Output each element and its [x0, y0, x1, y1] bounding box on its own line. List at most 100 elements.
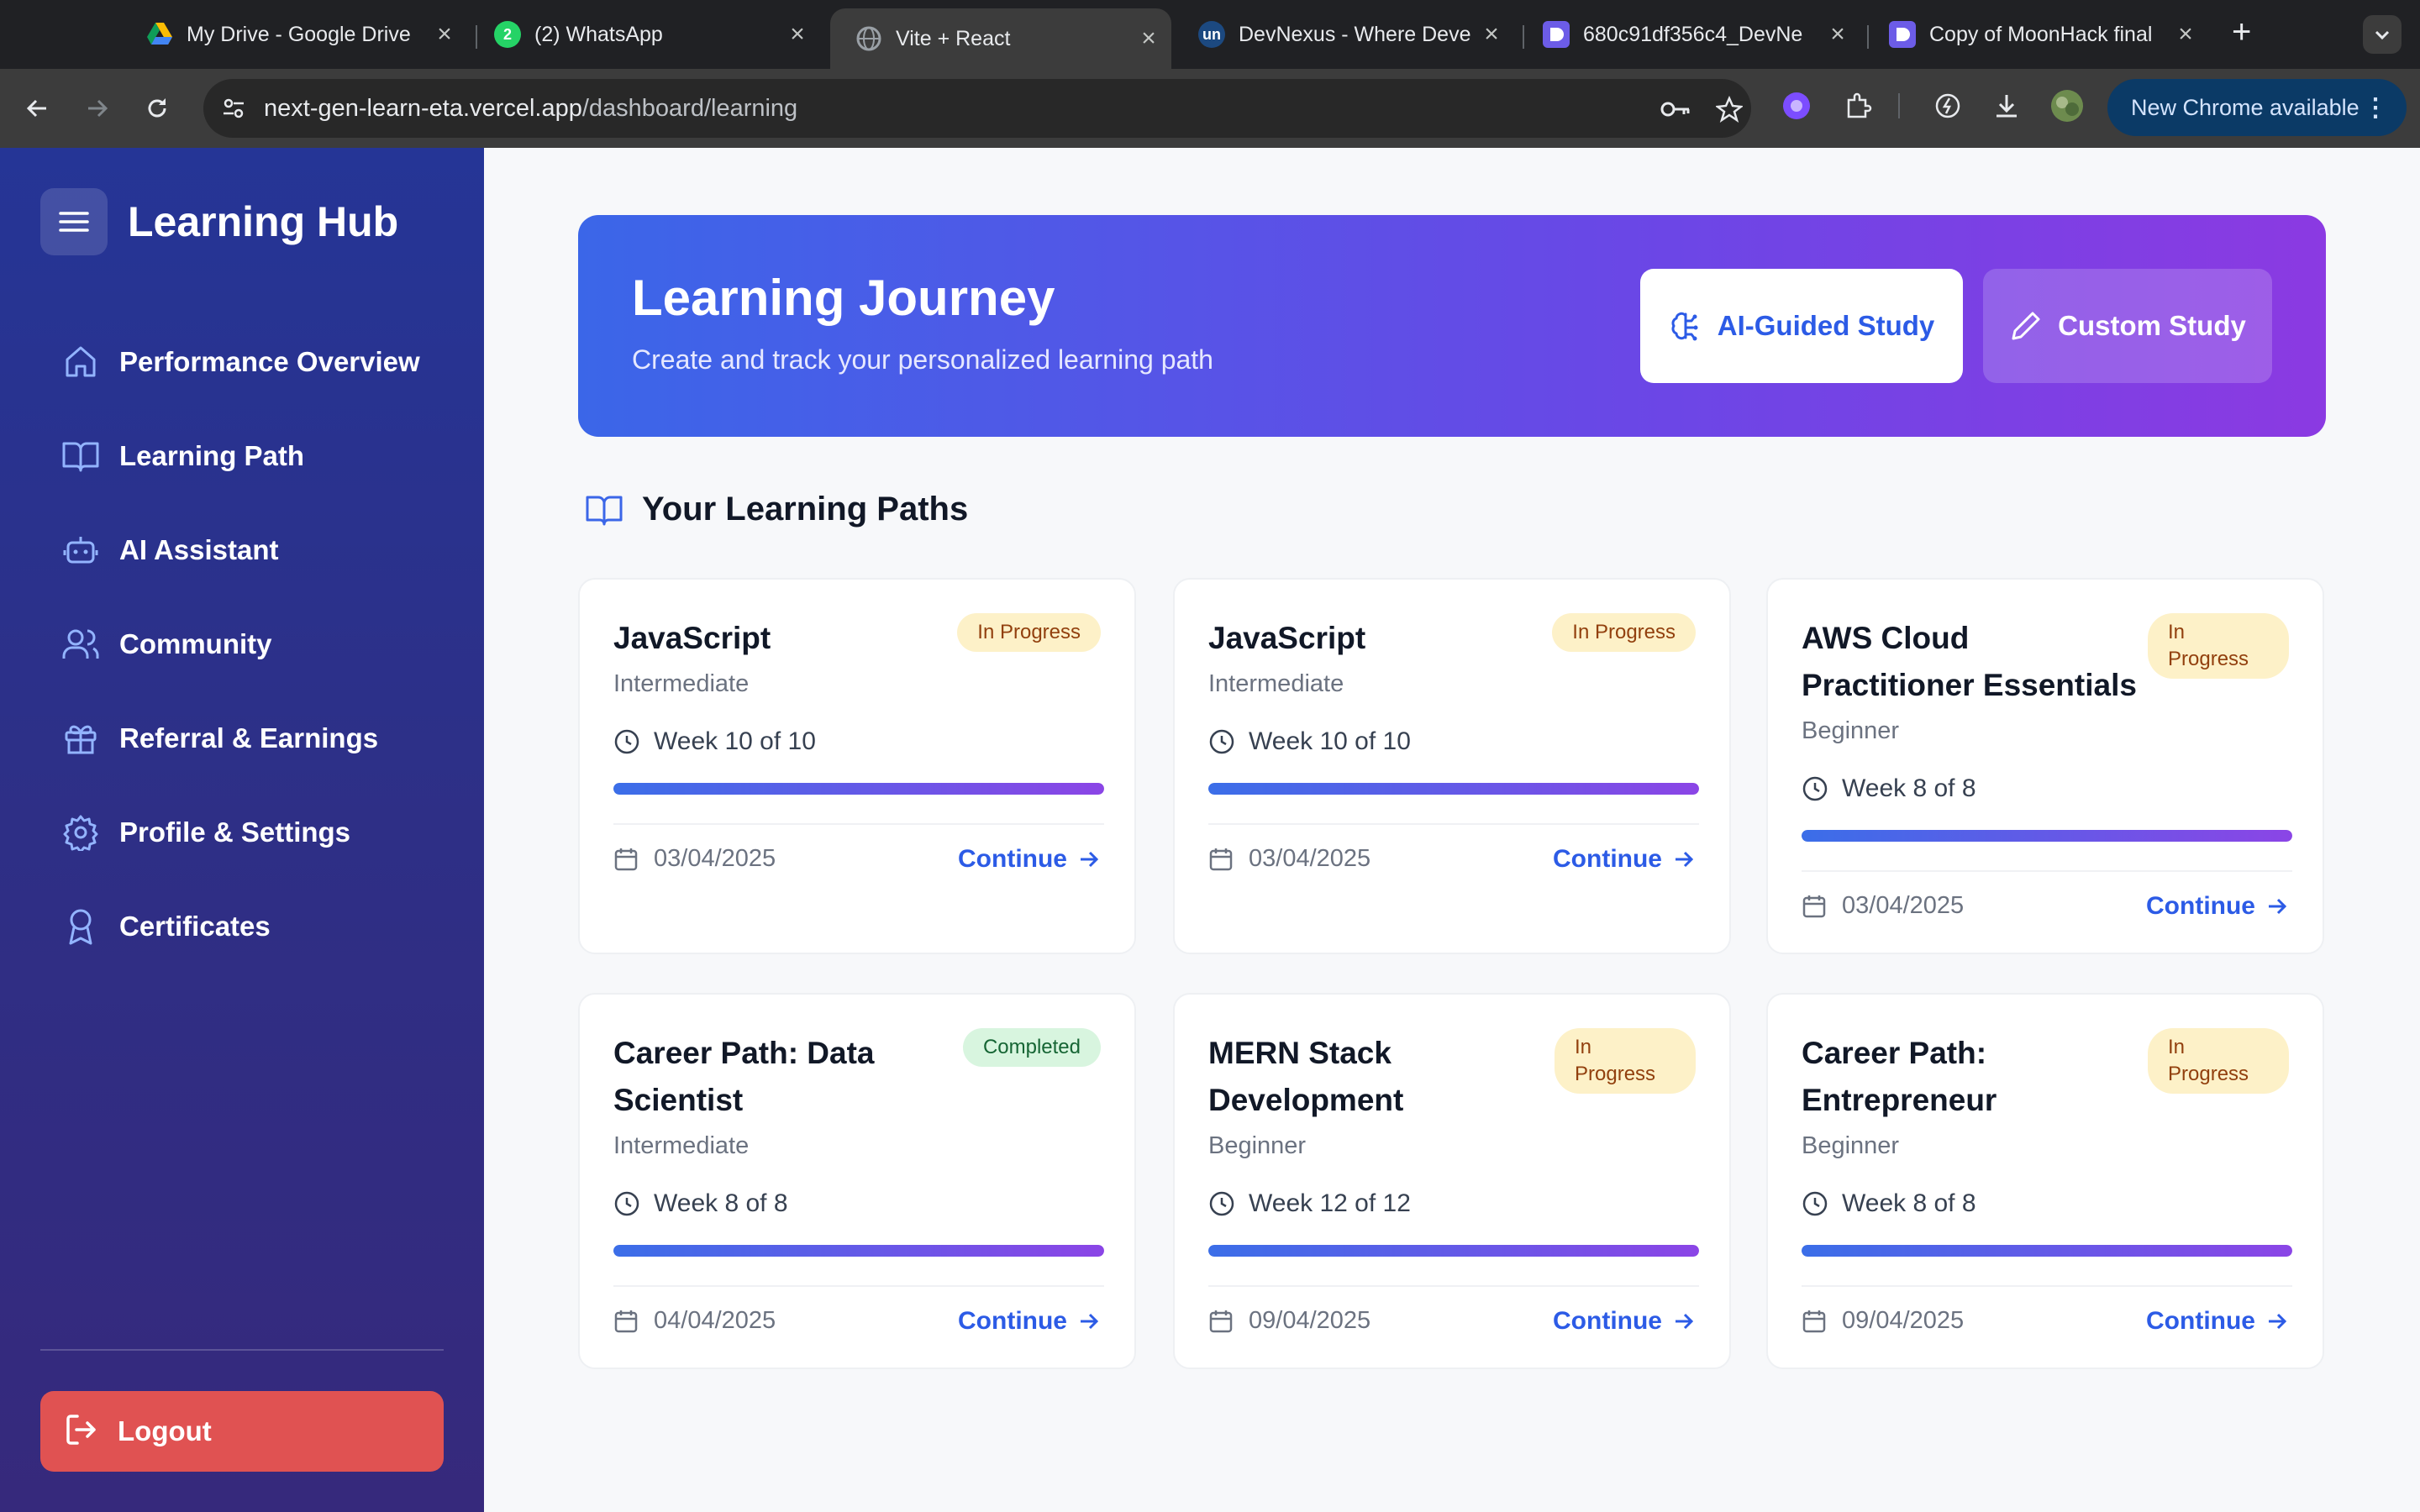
- learning-path-card[interactable]: Career Path: Data Scientist Completed In…: [578, 993, 1136, 1369]
- continue-button[interactable]: Continue: [1553, 845, 1696, 874]
- status-badge: In Progress: [1555, 1028, 1696, 1094]
- calendar-icon: [1209, 1310, 1233, 1332]
- sidebar-item-profile-settings[interactable]: Profile & Settings: [40, 796, 444, 869]
- forward-button[interactable]: [76, 87, 118, 129]
- close-icon[interactable]: ×: [1481, 20, 1502, 49]
- sidebar-item-referral-earnings[interactable]: Referral & Earnings: [40, 702, 444, 774]
- hamburger-icon: [59, 212, 89, 232]
- card-divider: [1208, 1285, 1699, 1287]
- close-icon[interactable]: ×: [1827, 20, 1849, 49]
- performance-icon[interactable]: [1929, 87, 1966, 124]
- card-week: Week 8 of 8: [613, 1189, 788, 1218]
- whatsapp-icon: 2: [494, 21, 521, 48]
- bot-icon: [60, 530, 101, 570]
- new-tab-button[interactable]: +: [2232, 13, 2251, 51]
- extension-icon[interactable]: [1778, 87, 1815, 124]
- key-icon[interactable]: [1657, 91, 1694, 128]
- card-title: Career Path: Data Scientist: [613, 1036, 875, 1117]
- calendar-icon: [614, 1310, 638, 1332]
- logout-button[interactable]: Logout: [40, 1391, 444, 1472]
- arrow-right-icon: [1081, 1313, 1099, 1330]
- arrow-left-icon: [26, 99, 46, 118]
- week-text: Week 12 of 12: [1249, 1189, 1411, 1217]
- tab-vite-react[interactable]: Vite + React ×: [830, 8, 1171, 69]
- puzzle-extensions-icon[interactable]: [1840, 87, 1877, 124]
- section-heading: Your Learning Paths: [585, 491, 968, 528]
- back-button[interactable]: [17, 87, 59, 129]
- card-divider: [1802, 1285, 2292, 1287]
- progress-bar: [1208, 1245, 1699, 1257]
- calendar-icon: [1802, 895, 1826, 917]
- section-title: Your Learning Paths: [642, 491, 969, 528]
- sidebar-item-certificates[interactable]: Certificates: [40, 890, 444, 963]
- tab-devnexus-file[interactable]: 680c91df356c4_DevNe ×: [1518, 12, 1860, 57]
- tab-google-drive[interactable]: My Drive - Google Drive ×: [121, 12, 467, 57]
- clock-icon: [1802, 776, 1828, 801]
- card-title: Career Path: Entrepreneur: [1802, 1036, 1997, 1117]
- continue-label: Continue: [2146, 892, 2255, 920]
- devpost-icon: [1889, 21, 1916, 48]
- sidebar-divider: [40, 1349, 444, 1351]
- google-drive-icon: [146, 21, 173, 48]
- close-icon[interactable]: ×: [434, 20, 455, 49]
- date-text: 03/04/2025: [1842, 892, 1965, 919]
- bookmark-star-icon[interactable]: [1711, 91, 1748, 128]
- week-text: Week 8 of 8: [1842, 774, 1976, 802]
- continue-button[interactable]: Continue: [958, 1307, 1101, 1336]
- learning-path-card[interactable]: JavaScript In Progress Intermediate Week…: [1173, 578, 1731, 954]
- menu-toggle-button[interactable]: [40, 188, 108, 255]
- logout-icon: [64, 1412, 99, 1452]
- new-chrome-available-button[interactable]: New Chrome available ⋮: [2107, 79, 2407, 136]
- continue-button[interactable]: Continue: [958, 845, 1101, 874]
- tab-badge: 2: [502, 25, 512, 43]
- card-week: Week 12 of 12: [1208, 1189, 1411, 1218]
- tab-whatsapp[interactable]: 2 (2) WhatsApp ×: [469, 12, 820, 57]
- card-level: Intermediate: [613, 670, 750, 697]
- page-title: Learning Journey: [632, 270, 1055, 326]
- gear-icon: [60, 812, 101, 853]
- toolbar-separator: [1897, 87, 1901, 124]
- arrow-right-icon: [88, 99, 108, 118]
- sidebar-item-performance-overview[interactable]: Performance Overview: [40, 326, 444, 398]
- tab-title: DevNexus - Where Deve: [1239, 22, 1470, 46]
- learning-path-card[interactable]: Career Path: Entrepreneur In Progress Be…: [1766, 993, 2324, 1369]
- address-bar[interactable]: next-gen-learn-eta.vercel.app/dashboard/…: [203, 79, 1751, 138]
- devpost-icon: [1543, 21, 1570, 48]
- date-text: 03/04/2025: [1249, 845, 1371, 872]
- url-host: next-gen-learn-eta.vercel.app: [264, 94, 582, 122]
- tab-title: 680c91df356c4_DevNe: [1583, 22, 1803, 46]
- avatar[interactable]: [2049, 87, 2086, 124]
- reload-button[interactable]: [136, 87, 178, 129]
- close-icon[interactable]: ×: [1138, 24, 1160, 53]
- ai-guided-study-button[interactable]: AI-Guided Study: [1640, 269, 1963, 383]
- sidebar-item-community[interactable]: Community: [40, 608, 444, 680]
- close-icon[interactable]: ×: [786, 20, 808, 49]
- continue-button[interactable]: Continue: [2146, 1307, 2289, 1336]
- clock-icon: [614, 1191, 639, 1216]
- download-icon[interactable]: [1988, 87, 2025, 124]
- chevron-down-icon: [2375, 30, 2390, 40]
- sidebar-item-label: Community: [119, 628, 272, 659]
- close-icon[interactable]: ×: [2175, 20, 2196, 49]
- learning-path-card[interactable]: JavaScript In Progress Intermediate Week…: [578, 578, 1136, 954]
- card-date: 09/04/2025: [1802, 1307, 1964, 1335]
- continue-button[interactable]: Continue: [2146, 892, 2289, 921]
- sidebar-item-learning-path[interactable]: Learning Path: [40, 420, 444, 492]
- tab-devnexus[interactable]: un DevNexus - Where Deve ×: [1173, 12, 1514, 57]
- progress-fill: [613, 1245, 1104, 1257]
- tab-moonhack[interactable]: Copy of MoonHack final ×: [1864, 12, 2208, 57]
- card-date: 09/04/2025: [1208, 1307, 1370, 1335]
- card-level: Beginner: [1208, 1132, 1307, 1159]
- tab-search-button[interactable]: [2363, 15, 2402, 54]
- learning-path-card[interactable]: MERN Stack Development In Progress Begin…: [1173, 993, 1731, 1369]
- card-level: Intermediate: [1208, 670, 1344, 697]
- continue-button[interactable]: Continue: [1553, 1307, 1696, 1336]
- progress-bar: [613, 1245, 1104, 1257]
- site-info-icon[interactable]: [215, 90, 252, 127]
- sidebar-item-ai-assistant[interactable]: AI Assistant: [40, 514, 444, 586]
- learning-path-card[interactable]: AWS Cloud Practitioner Essentials In Pro…: [1766, 578, 2324, 954]
- card-date: 03/04/2025: [1802, 892, 1964, 920]
- custom-study-button[interactable]: Custom Study: [1983, 269, 2272, 383]
- card-level: Beginner: [1802, 717, 1900, 744]
- card-title: JavaScript: [1208, 621, 1366, 655]
